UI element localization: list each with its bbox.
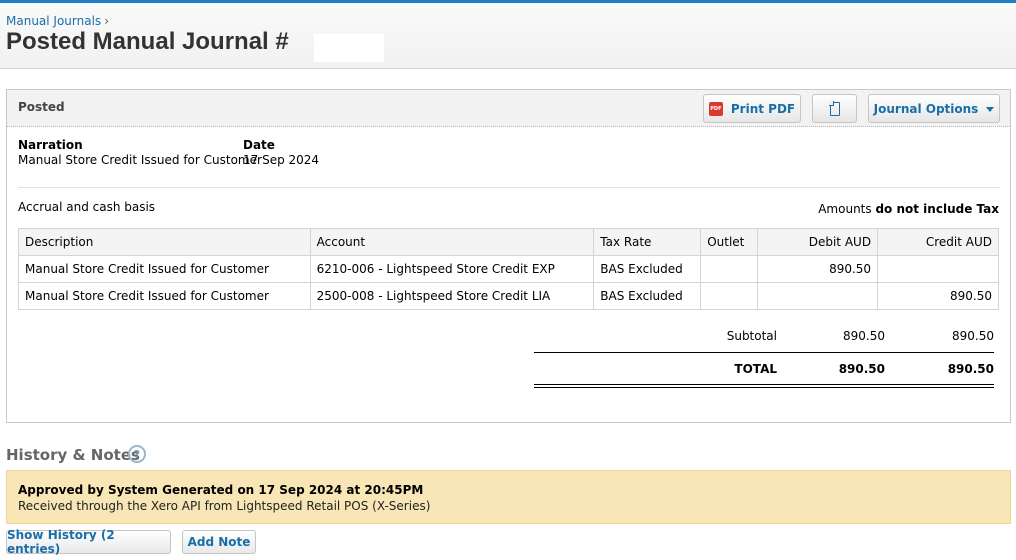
breadcrumb: Manual Journals › xyxy=(6,14,109,28)
print-pdf-label: Print PDF xyxy=(730,101,796,116)
cell-credit: 890.50 xyxy=(877,282,999,310)
history-notes-title: History & Notes xyxy=(6,446,140,464)
page-header: Manual Journals › Posted Manual Journal # xyxy=(0,3,1016,69)
column-header-debit: Debit AUD xyxy=(757,228,879,256)
cell-description: Manual Store Credit Issued for Customer xyxy=(18,282,311,310)
total-rule-top xyxy=(534,384,994,385)
table-header-row: Description Account Tax Rate Outlet Debi… xyxy=(18,228,999,256)
pdf-icon: PDF xyxy=(708,101,723,116)
breadcrumb-manual-journals[interactable]: Manual Journals xyxy=(6,14,101,28)
history-entry-detail: Received through the Xero API from Light… xyxy=(18,499,431,513)
page-title: Posted Manual Journal # xyxy=(6,28,289,55)
total-debit: 890.50 xyxy=(838,362,885,376)
history-entry: Approved by System Generated on 17 Sep 2… xyxy=(6,470,1011,524)
table-row: Manual Store Credit Issued for Customer … xyxy=(18,282,999,310)
total-label: TOTAL xyxy=(734,362,777,376)
cell-debit: 890.50 xyxy=(757,255,879,283)
amounts-tax-status: do not include Tax xyxy=(875,202,999,216)
table-row: Manual Store Credit Issued for Customer … xyxy=(18,255,999,283)
column-header-credit: Credit AUD xyxy=(877,228,999,256)
cell-debit xyxy=(757,282,879,310)
journal-lines-table: Description Account Tax Rate Outlet Debi… xyxy=(18,228,999,310)
help-icon[interactable]: ? xyxy=(128,445,146,463)
amounts-prefix: Amounts xyxy=(818,202,872,216)
cell-tax-rate: BAS Excluded xyxy=(593,282,702,310)
breadcrumb-separator: › xyxy=(104,14,109,28)
date-value: 17 Sep 2024 xyxy=(243,153,320,167)
column-header-outlet: Outlet xyxy=(700,228,759,256)
subtotal-row: Subtotal 890.50 890.50 xyxy=(534,329,994,349)
total-rule-bottom xyxy=(534,387,994,388)
cell-outlet xyxy=(700,255,759,283)
subtotal-label: Subtotal xyxy=(726,329,777,343)
show-history-button[interactable]: Show History (2 entries) xyxy=(6,528,171,556)
journal-number-redacted xyxy=(314,34,384,62)
cell-outlet xyxy=(700,282,759,310)
accounting-basis: Accrual and cash basis xyxy=(18,200,156,214)
subtotal-credit: 890.50 xyxy=(952,329,994,343)
column-header-account: Account xyxy=(309,228,595,256)
date-label: Date xyxy=(243,138,275,152)
copy-button[interactable] xyxy=(812,94,857,123)
print-pdf-button[interactable]: PDF Print PDF xyxy=(703,94,801,123)
cell-description: Manual Store Credit Issued for Customer xyxy=(18,255,311,283)
journal-panel: Posted PDF Print PDF Journal Options Nar… xyxy=(6,89,1011,423)
cell-account: 6210-006 - Lightspeed Store Credit EXP xyxy=(309,255,595,283)
panel-header: Posted PDF Print PDF Journal Options xyxy=(7,90,1010,127)
subtotal-debit: 890.50 xyxy=(843,329,885,343)
column-header-description: Description xyxy=(18,228,311,256)
narration-label: Narration xyxy=(18,138,83,152)
total-credit: 890.50 xyxy=(947,362,994,376)
cell-tax-rate: BAS Excluded xyxy=(593,255,702,283)
cell-credit xyxy=(877,255,999,283)
copy-icon xyxy=(829,101,840,116)
status-label: Posted xyxy=(18,100,65,114)
history-entry-title: Approved by System Generated on 17 Sep 2… xyxy=(18,483,424,497)
journal-options-button[interactable]: Journal Options xyxy=(868,94,1000,123)
total-row: TOTAL 890.50 890.50 xyxy=(534,362,994,382)
journal-options-label: Journal Options xyxy=(873,101,979,116)
subtotal-rule xyxy=(534,352,994,353)
chevron-down-icon xyxy=(986,107,995,112)
amounts-tax-note: Amounts do not include Tax xyxy=(818,202,999,216)
add-note-button[interactable]: Add Note xyxy=(182,530,256,554)
narration-value: Manual Store Credit Issued for Customer xyxy=(18,153,262,167)
cell-account: 2500-008 - Lightspeed Store Credit LIA xyxy=(309,282,595,310)
column-header-tax-rate: Tax Rate xyxy=(593,228,702,256)
section-divider xyxy=(18,187,1000,188)
